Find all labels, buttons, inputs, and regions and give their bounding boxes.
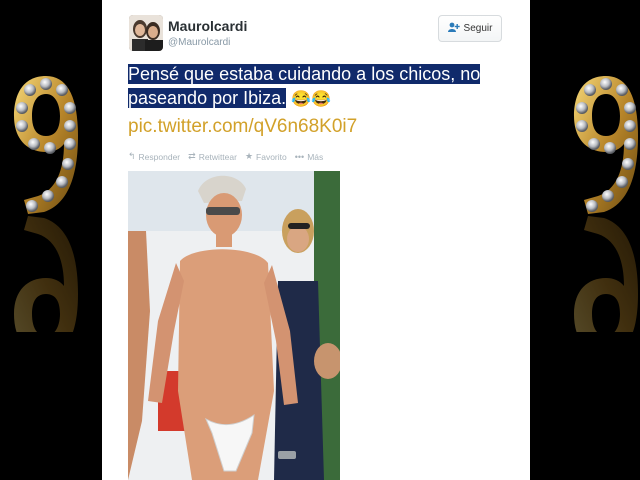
tweet-text-line1: Pensé que estaba cuidando a los chicos, …: [128, 64, 481, 84]
follow-icon: [447, 22, 460, 35]
tweet-actions: ↰ Responder ⇄ Retwittear ★ Favorito ••• …: [128, 151, 323, 162]
retweet-label: Retwittear: [198, 151, 237, 162]
reply-action[interactable]: ↰ Responder: [128, 151, 180, 162]
retweet-icon: ⇄: [188, 151, 196, 161]
follow-label: Seguir: [463, 23, 493, 34]
retweet-action[interactable]: ⇄ Retwittear: [188, 151, 237, 162]
tweet-text: Pensé que estaba cuidando a los chicos, …: [128, 62, 518, 112]
favorite-label: Favorito: [256, 151, 287, 162]
more-icon: •••: [294, 151, 305, 162]
tweet-text-line2: paseando por Ibiza.: [128, 88, 287, 108]
emoji: 😂😂: [291, 91, 331, 108]
follow-button[interactable]: Seguir: [438, 15, 502, 42]
avatar[interactable]: [129, 15, 163, 51]
more-label: Más: [307, 151, 324, 162]
decorative-nine-right: [570, 72, 640, 354]
author-handle[interactable]: @Maurolcardi: [168, 37, 230, 48]
favorite-action[interactable]: ★ Favorito: [245, 151, 287, 162]
author-name[interactable]: Maurolcardi: [168, 18, 247, 34]
tweet-card: Maurolcardi @Maurolcardi Seguir Pensé qu…: [102, 0, 530, 480]
decorative-nine-left: [10, 72, 82, 354]
tweet-link[interactable]: pic.twitter.com/qV6n68K0i7: [128, 116, 357, 138]
star-icon: ★: [244, 151, 254, 161]
tweet-photo[interactable]: [128, 171, 340, 480]
more-action[interactable]: ••• Más: [295, 151, 324, 162]
reply-icon: ↰: [128, 151, 136, 161]
reply-label: Responder: [138, 151, 181, 162]
